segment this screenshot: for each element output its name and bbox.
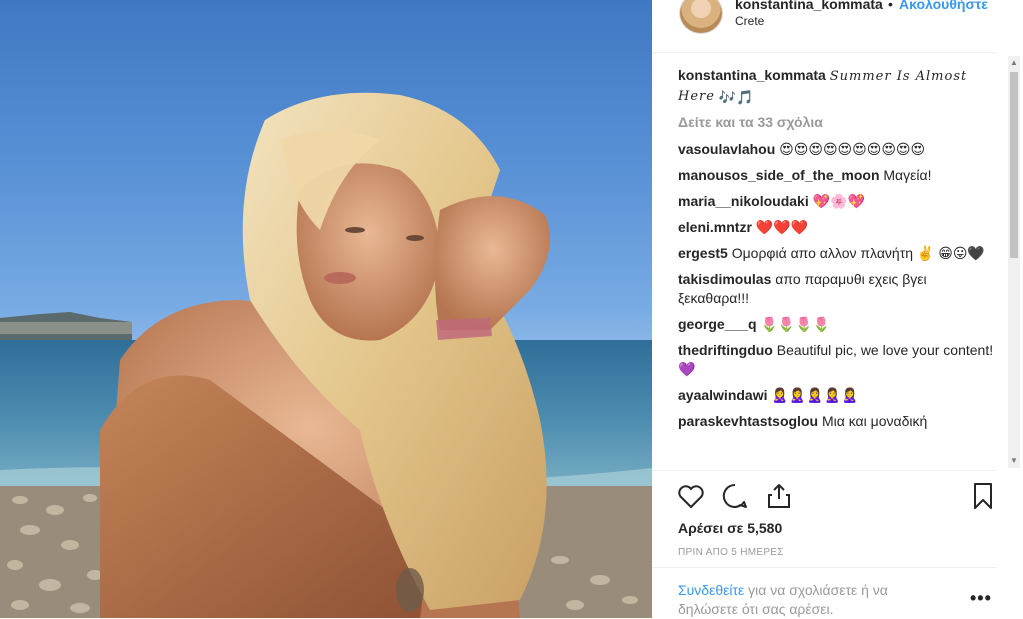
comment-text: 💖🌸💖: [812, 193, 865, 209]
caption: konstantina_kommata Summer Is Almost Her…: [678, 66, 1000, 107]
share-icon: [768, 484, 790, 508]
comment-item: paraskevhtastsoglou Μια και μοναδική: [678, 412, 1000, 431]
follow-button[interactable]: Ακολουθήστε: [899, 0, 988, 12]
comment-username[interactable]: takisdimoulas: [678, 271, 771, 287]
photo-illustration: [0, 92, 652, 618]
more-options-icon[interactable]: •••: [970, 588, 992, 609]
comment-username[interactable]: manousos_side_of_the_moon: [678, 167, 880, 183]
comment-text: Μια και μοναδική: [821, 413, 928, 429]
comment-item: maria__nikoloudaki 💖🌸💖: [678, 192, 1000, 211]
login-link[interactable]: Συνδεθείτε: [678, 582, 744, 598]
comment-text: 😍😍😍😍😍😍😍😍😍😍: [779, 141, 926, 157]
heart-outline-icon: [678, 485, 704, 508]
caption-username[interactable]: konstantina_kommata: [678, 67, 826, 83]
header-username[interactable]: konstantina_kommata: [735, 0, 885, 12]
comment-username[interactable]: ergest5: [678, 245, 728, 261]
comment-username[interactable]: vasoulavlahou: [678, 141, 775, 157]
comment-button[interactable]: [720, 481, 750, 511]
comment-username[interactable]: ayaalwindawi: [678, 387, 767, 403]
login-prompt-text: Συνδεθείτε για να σχολιάσετε ή να δηλώσε…: [678, 581, 938, 619]
save-button[interactable]: [968, 481, 998, 511]
comment-text: 🙎‍♀️🙎‍♀️🙎‍♀️🙎‍♀️🙎‍♀️: [771, 387, 859, 403]
scroll-thumb[interactable]: [1010, 72, 1018, 258]
comment-item: thedriftingduo Beautiful pic, we love yo…: [678, 341, 1000, 379]
location-link[interactable]: Crete: [735, 14, 764, 28]
avatar[interactable]: [679, 0, 723, 34]
comment-item: ergest5 Ομορφιά απο αλλον πλανήτη ✌️ 😁😛🖤: [678, 244, 1000, 263]
comment-item: george___q 🌷🌷🌷🌷: [678, 315, 1000, 334]
comment-text: Μαγεία!: [883, 167, 932, 183]
bookmark-icon: [974, 483, 992, 509]
comment-text: ❤️❤️❤️: [755, 219, 809, 235]
comment-item: ayaalwindawi 🙎‍♀️🙎‍♀️🙎‍♀️🙎‍♀️🙎‍♀️: [678, 386, 1000, 405]
scroll-down-arrow-icon[interactable]: ▼: [1008, 454, 1020, 468]
comment-username[interactable]: paraskevhtastsoglou: [678, 413, 818, 429]
share-button[interactable]: [764, 481, 794, 511]
comment-text: 🌷🌷🌷🌷: [760, 316, 831, 332]
comment-item: vasoulavlahou 😍😍😍😍😍😍😍😍😍😍: [678, 140, 1000, 159]
comment-username[interactable]: george___q: [678, 316, 757, 332]
post-photo: [0, 0, 652, 618]
speech-bubble-icon: [722, 483, 747, 508]
comment-item: eleni.mntzr ❤️❤️❤️: [678, 218, 1000, 237]
like-button[interactable]: [676, 481, 706, 511]
action-bar: [652, 470, 997, 519]
comment-username[interactable]: thedriftingduo: [678, 342, 773, 358]
comment-text: Ομορφιά απο αλλον πλανήτη ✌️ 😁😛🖤: [731, 245, 985, 261]
comments-list: konstantina_kommata Summer Is Almost Her…: [678, 66, 1000, 470]
header-separator-dot: •: [888, 0, 893, 12]
caption-emojis: 🎶🎵: [718, 89, 754, 105]
likes-count[interactable]: Αρέσει σε 5,580: [678, 520, 782, 536]
scroll-up-arrow-icon[interactable]: ▲: [1008, 56, 1020, 70]
comments-scrollbar[interactable]: ▲ ▼: [1008, 56, 1020, 468]
comment-username[interactable]: eleni.mntzr: [678, 219, 752, 235]
comment-username[interactable]: maria__nikoloudaki: [678, 193, 809, 209]
comment-item: manousos_side_of_the_moon Μαγεία!: [678, 166, 1000, 185]
comment-item: takisdimoulas απο παραμυθι εχεις βγει ξε…: [678, 270, 1000, 308]
post-header: konstantina_kommata • Ακολουθήστε Crete: [652, 0, 997, 53]
view-all-comments-link[interactable]: Δείτε και τα 33 σχόλια: [678, 114, 1000, 130]
login-prompt: Συνδεθείτε για να σχολιάσετε ή να δηλώσε…: [652, 567, 997, 619]
post-side-panel: konstantina_kommata • Ακολουθήστε Crete …: [652, 0, 1023, 618]
post-timestamp: ΠΡΙΝ ΑΠΟ 5 ΗΜΕΡΕΣ: [678, 547, 784, 558]
